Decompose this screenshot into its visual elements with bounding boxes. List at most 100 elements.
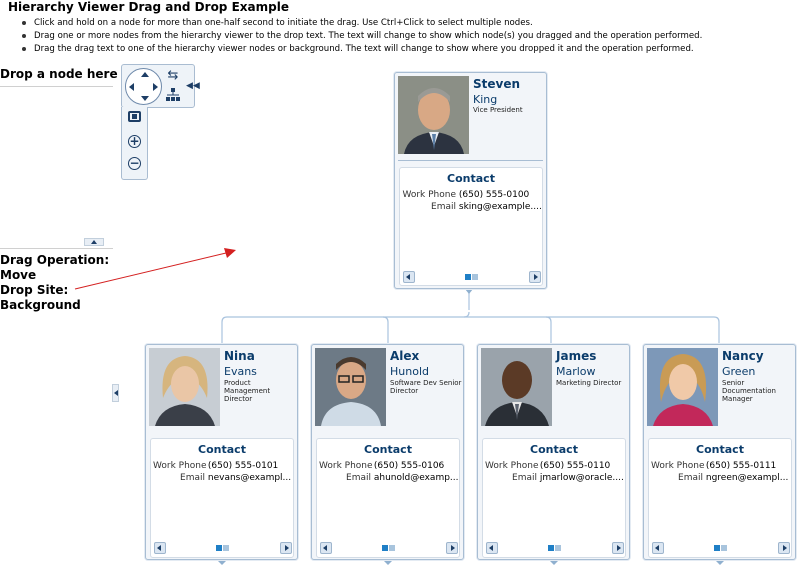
node-last-name: Evans	[224, 365, 257, 378]
node-job-title: Marketing Director	[556, 379, 622, 387]
contact-panel: Contact Work Phone (650) 555-0110 Email …	[482, 438, 626, 558]
divider	[398, 160, 543, 161]
pan-right-icon[interactable]	[153, 83, 158, 91]
pan-left-icon[interactable]	[129, 83, 134, 91]
drop-site-label: Drop Site:	[0, 283, 69, 297]
contact-panel: Contact Work Phone (650) 555-0106 Email …	[316, 438, 460, 558]
previous-panel-button[interactable]	[320, 542, 332, 554]
expand-children-icon[interactable]	[384, 561, 392, 565]
pan-arrows-icon[interactable]	[125, 68, 162, 105]
avatar	[481, 348, 552, 426]
work-phone-value: (650) 555-0106	[373, 461, 445, 471]
node-card[interactable]: Nancy Green Senior Documentation Manager…	[643, 344, 796, 565]
previous-panel-button[interactable]	[652, 542, 664, 554]
drag-operation-label: Drag Operation:	[0, 253, 110, 267]
work-phone-value: (650) 555-0110	[539, 461, 611, 471]
avatar	[647, 348, 718, 426]
next-panel-button[interactable]	[778, 542, 790, 554]
connector-line	[463, 311, 470, 318]
node-first-name: Alex	[390, 349, 420, 363]
drag-status-text[interactable]: Drag Operation: Move Drop Site: Backgrou…	[0, 253, 109, 313]
next-panel-button[interactable]	[612, 542, 624, 554]
previous-panel-button[interactable]	[403, 271, 415, 283]
node-last-name: Green	[722, 365, 756, 378]
double-chevron-left-icon[interactable]: ◀◀	[186, 81, 200, 91]
work-phone-row: Work Phone (650) 555-0111	[651, 461, 776, 471]
work-phone-row: Work Phone (650) 555-0110	[485, 461, 610, 471]
connector-arrow	[465, 289, 473, 294]
node-card-root[interactable]: Steven King Vice President Contact Work …	[394, 72, 547, 289]
contact-panel: Contact Work Phone (650) 555-0100 Email …	[399, 167, 543, 286]
node-first-name: Steven	[473, 77, 521, 91]
connector-line	[382, 316, 389, 343]
node-card[interactable]: James Marlow Marketing Director Contact …	[477, 344, 630, 565]
email-value: ngreen@exampl...	[705, 473, 789, 483]
instruction-item: Click and hold on a node for more than o…	[22, 17, 702, 30]
page-title: Hierarchy Viewer Drag and Drop Example	[8, 0, 289, 14]
expand-children-icon[interactable]	[716, 561, 724, 565]
node-card[interactable]: Nina Evans Product Management Director C…	[145, 344, 298, 565]
instruction-item: Drag the drag text to one of the hierarc…	[22, 43, 702, 56]
work-phone-row: Work Phone (650) 555-0101	[153, 461, 278, 471]
work-phone-value: (650) 555-0111	[705, 461, 777, 471]
work-phone-label: Work Phone	[319, 461, 373, 471]
node-last-name: Hunold	[390, 365, 429, 378]
expand-children-icon[interactable]	[218, 561, 226, 565]
drop-target-label[interactable]: Drop a node here	[0, 67, 118, 81]
instruction-item: Drag one or more nodes from the hierarch…	[22, 30, 702, 43]
divider	[0, 248, 113, 249]
contact-heading: Contact	[447, 172, 495, 185]
email-row: Email ngreen@exampl...	[651, 473, 788, 483]
panel-indicator	[548, 545, 561, 551]
node-first-name: James	[556, 349, 597, 363]
previous-panel-button[interactable]	[486, 542, 498, 554]
pan-up-icon[interactable]	[141, 72, 149, 77]
zoom-out-icon[interactable]: −	[128, 157, 141, 170]
email-label: Email	[346, 473, 371, 483]
control-panel: ⇆ ◀◀	[121, 64, 200, 108]
connector-line	[221, 316, 720, 343]
collapse-up-button[interactable]	[84, 238, 104, 246]
work-phone-value: (650) 555-0101	[207, 461, 279, 471]
work-phone-value: (650) 555-0100	[458, 190, 530, 200]
panel-indicator	[382, 545, 395, 551]
node-card[interactable]: Alex Hunold Software Dev Senior Director…	[311, 344, 464, 565]
work-phone-label: Work Phone	[651, 461, 705, 471]
next-panel-button[interactable]	[446, 542, 458, 554]
email-label: Email	[678, 473, 703, 483]
node-first-name: Nina	[224, 349, 255, 363]
zoom-panel: + −	[121, 107, 148, 180]
panel-indicator	[216, 545, 229, 551]
email-row: Email nevans@exampl...	[153, 473, 291, 483]
node-job-title: Software Dev Senior Director	[390, 379, 462, 395]
email-label: Email	[512, 473, 537, 483]
node-job-title: Senior Documentation Manager	[722, 379, 776, 403]
drop-site-value: Background	[0, 298, 81, 312]
work-phone-label: Work Phone	[485, 461, 539, 471]
zoom-to-fit-icon[interactable]	[128, 111, 141, 122]
zoom-in-icon[interactable]: +	[128, 135, 141, 148]
email-value: nevans@exampl...	[207, 473, 292, 483]
work-phone-label: Work Phone	[402, 190, 456, 200]
contact-heading: Contact	[530, 443, 578, 456]
avatar	[398, 76, 469, 154]
email-row: Email jmarlow@oracle....	[485, 473, 624, 483]
next-panel-button[interactable]	[280, 542, 292, 554]
pan-down-icon[interactable]	[141, 96, 149, 101]
work-phone-label: Work Phone	[153, 461, 207, 471]
panel-indicator	[465, 274, 478, 280]
node-first-name: Nancy	[722, 349, 764, 363]
drag-operation-value: Move	[0, 268, 37, 282]
node-job-title: Product Management Director	[224, 379, 271, 403]
expand-children-icon[interactable]	[550, 561, 558, 565]
next-panel-button[interactable]	[529, 271, 541, 283]
swap-layout-icon[interactable]: ⇆	[165, 69, 181, 83]
hierarchy-icon[interactable]	[165, 88, 181, 102]
previous-panel-button[interactable]	[154, 542, 166, 554]
instruction-list: Click and hold on a node for more than o…	[22, 17, 702, 56]
panel-toggle-button[interactable]	[112, 384, 119, 402]
email-row: Email ahunold@examp...	[319, 473, 459, 483]
avatar	[149, 348, 220, 426]
panel-indicator	[714, 545, 727, 551]
node-last-name: Marlow	[556, 365, 596, 378]
